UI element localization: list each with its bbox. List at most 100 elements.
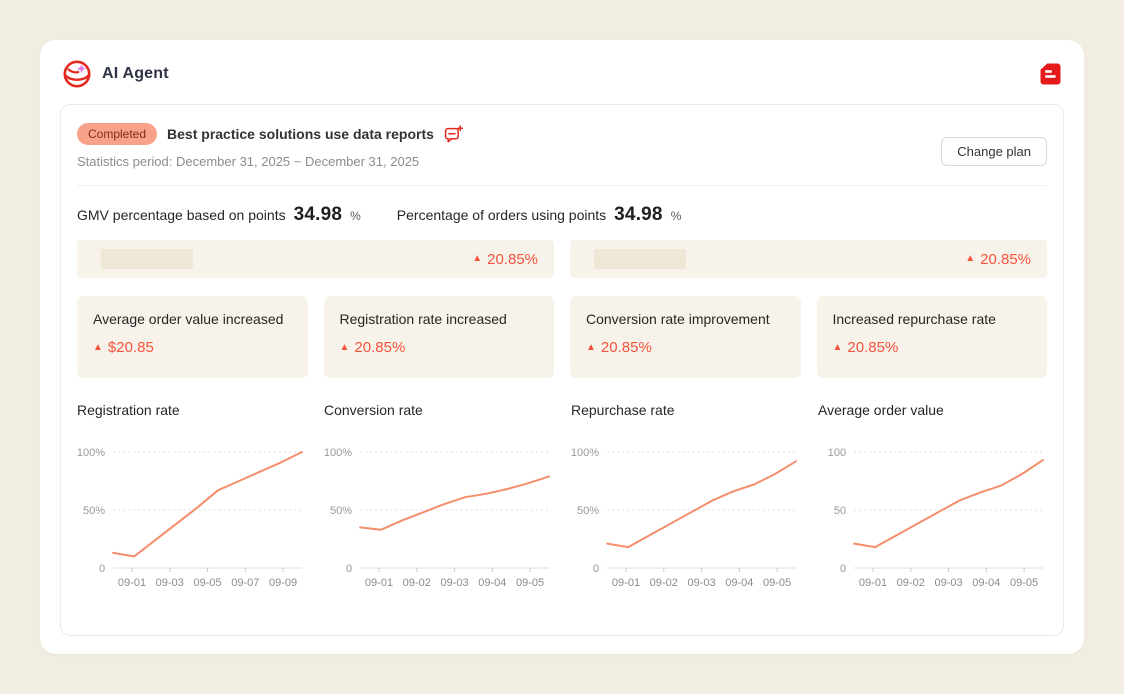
svg-text:09-02: 09-02 xyxy=(650,577,678,589)
svg-text:09-04: 09-04 xyxy=(478,577,506,589)
svg-text:09-04: 09-04 xyxy=(972,577,1000,589)
status-badge: Completed xyxy=(77,123,157,145)
app-title: AI Agent xyxy=(102,65,169,83)
stat-card-label: Average order value increased xyxy=(93,311,292,327)
trend-change-value: 20.85% xyxy=(980,251,1031,268)
up-arrow-icon: ▲ xyxy=(340,343,350,353)
stat-cards-row: Average order value increased ▲ $20.85 R… xyxy=(77,296,1047,378)
stat-card-conversion-rate: Conversion rate improvement ▲ 20.85% xyxy=(570,296,801,378)
up-arrow-icon: ▲ xyxy=(833,343,843,353)
metric-value: 34.98 xyxy=(614,204,663,226)
chart-title: Registration rate xyxy=(77,402,306,418)
stat-card-change: ▲ 20.85% xyxy=(833,339,1032,356)
app-header: AI Agent xyxy=(60,54,1064,94)
svg-text:100%: 100% xyxy=(324,447,352,459)
svg-text:0: 0 xyxy=(593,563,599,575)
svg-text:09-09: 09-09 xyxy=(269,577,297,589)
chart-title: Average order value xyxy=(818,402,1047,418)
svg-text:100: 100 xyxy=(828,447,846,459)
up-arrow-icon: ▲ xyxy=(472,254,482,264)
change-plan-button[interactable]: Change plan xyxy=(941,137,1047,166)
svg-text:09-03: 09-03 xyxy=(440,577,468,589)
stat-card-change-value: $20.85 xyxy=(108,339,154,356)
statistics-period: Statistics period: December 31, 2025 ~ D… xyxy=(77,154,463,169)
trend-change: ▲ 20.85% xyxy=(472,251,538,268)
report-title: Best practice solutions use data reports xyxy=(167,126,434,142)
report-document-icon[interactable] xyxy=(1039,62,1062,87)
chart-conversion-rate: Conversion rate 100% 50% 0 09-01 09-02 09-03 0… xyxy=(324,402,553,604)
report-card: Completed Best practice solutions use da… xyxy=(60,104,1064,636)
skeleton-placeholder xyxy=(101,249,193,269)
svg-text:50%: 50% xyxy=(577,505,599,517)
charts-row: Registration rate 100% 50% 0 09-01 09-03 09-0… xyxy=(77,402,1047,604)
stat-card-change-value: 20.85% xyxy=(354,339,405,356)
stat-card-change-value: 20.85% xyxy=(601,339,652,356)
stat-card-label: Registration rate increased xyxy=(340,311,539,327)
chart-repurchase-rate: Repurchase rate 100% 50% 0 09-01 09-02 09-03 0… xyxy=(571,402,800,604)
main-card: AI Agent Completed Best practice solutio… xyxy=(40,40,1084,654)
svg-text:09-03: 09-03 xyxy=(687,577,715,589)
svg-text:0: 0 xyxy=(346,563,352,575)
line-chart: 100% 50% 0 09-01 09-03 09-05 09-07 09-09 xyxy=(77,428,306,604)
svg-text:50%: 50% xyxy=(330,505,352,517)
up-arrow-icon: ▲ xyxy=(586,343,596,353)
trend-change: ▲ 20.85% xyxy=(965,251,1031,268)
svg-text:0: 0 xyxy=(840,563,846,575)
metric-orders-points: Percentage of orders using points 34.98 … xyxy=(397,204,682,226)
stat-card-label: Increased repurchase rate xyxy=(833,311,1032,327)
metric-value: 34.98 xyxy=(294,204,343,226)
line-chart: 100%50%009-0109-0209-0309-0409-05 xyxy=(571,428,800,604)
svg-text:09-04: 09-04 xyxy=(725,577,753,589)
chart-title: Conversion rate xyxy=(324,402,553,418)
stat-card-change: ▲ 20.85% xyxy=(340,339,539,356)
svg-text:09-01: 09-01 xyxy=(859,577,887,589)
line-chart: 100% 50% 0 09-01 09-02 09-03 09-04 09-05 xyxy=(324,428,553,604)
up-arrow-icon: ▲ xyxy=(965,254,975,264)
page-background: { "app": { "title": "AI Agent" }, "glyph… xyxy=(0,0,1124,694)
stat-card-registration-rate: Registration rate increased ▲ 20.85% xyxy=(324,296,555,378)
report-header: Completed Best practice solutions use da… xyxy=(77,123,1047,169)
svg-text:50: 50 xyxy=(834,505,846,517)
up-arrow-icon: ▲ xyxy=(93,343,103,353)
svg-text:50%: 50% xyxy=(83,505,105,517)
svg-text:09-01: 09-01 xyxy=(365,577,393,589)
chart-title: Repurchase rate xyxy=(571,402,800,418)
report-title-row: Completed Best practice solutions use da… xyxy=(77,123,463,145)
line-chart: 100 50 0 09-01 09-02 09-03 09-04 09-05 xyxy=(818,428,1047,604)
skeleton-placeholder xyxy=(594,249,686,269)
svg-text:09-03: 09-03 xyxy=(156,577,184,589)
trend-bar-orders: ▲ 20.85% xyxy=(570,240,1047,278)
metric-unit: % xyxy=(350,209,361,223)
metric-label: Percentage of orders using points xyxy=(397,207,606,223)
stat-card-label: Conversion rate improvement xyxy=(586,311,785,327)
trend-change-value: 20.85% xyxy=(487,251,538,268)
svg-text:09-01: 09-01 xyxy=(612,577,640,589)
stat-card-change-value: 20.85% xyxy=(847,339,898,356)
svg-text:100%: 100% xyxy=(77,447,105,459)
chart-registration-rate: Registration rate 100% 50% 0 09-01 09-03 09-0… xyxy=(77,402,306,604)
svg-text:100%: 100% xyxy=(571,447,599,459)
metrics-row: GMV percentage based on points 34.98 % P… xyxy=(77,204,1047,226)
svg-text:09-01: 09-01 xyxy=(118,577,146,589)
section-divider xyxy=(77,185,1047,186)
metric-unit: % xyxy=(671,209,682,223)
report-header-left: Completed Best practice solutions use da… xyxy=(77,123,463,169)
svg-text:09-07: 09-07 xyxy=(231,577,259,589)
stat-card-repurchase-rate: Increased repurchase rate ▲ 20.85% xyxy=(817,296,1048,378)
metric-gmv-points: GMV percentage based on points 34.98 % xyxy=(77,204,361,226)
ai-agent-logo-icon xyxy=(62,59,92,89)
stat-card-change: ▲ $20.85 xyxy=(93,339,292,356)
svg-text:09-05: 09-05 xyxy=(516,577,544,589)
svg-text:09-05: 09-05 xyxy=(1010,577,1038,589)
metric-label: GMV percentage based on points xyxy=(77,207,286,223)
stat-card-average-order-value: Average order value increased ▲ $20.85 xyxy=(77,296,308,378)
svg-text:0: 0 xyxy=(99,563,105,575)
svg-text:09-02: 09-02 xyxy=(897,577,925,589)
trend-bar-gmv: ▲ 20.85% xyxy=(77,240,554,278)
svg-text:09-03: 09-03 xyxy=(934,577,962,589)
app-header-left: AI Agent xyxy=(62,59,169,89)
add-report-comment-icon[interactable] xyxy=(444,125,463,144)
stat-card-change: ▲ 20.85% xyxy=(586,339,785,356)
svg-text:09-05: 09-05 xyxy=(193,577,221,589)
svg-text:09-02: 09-02 xyxy=(403,577,431,589)
